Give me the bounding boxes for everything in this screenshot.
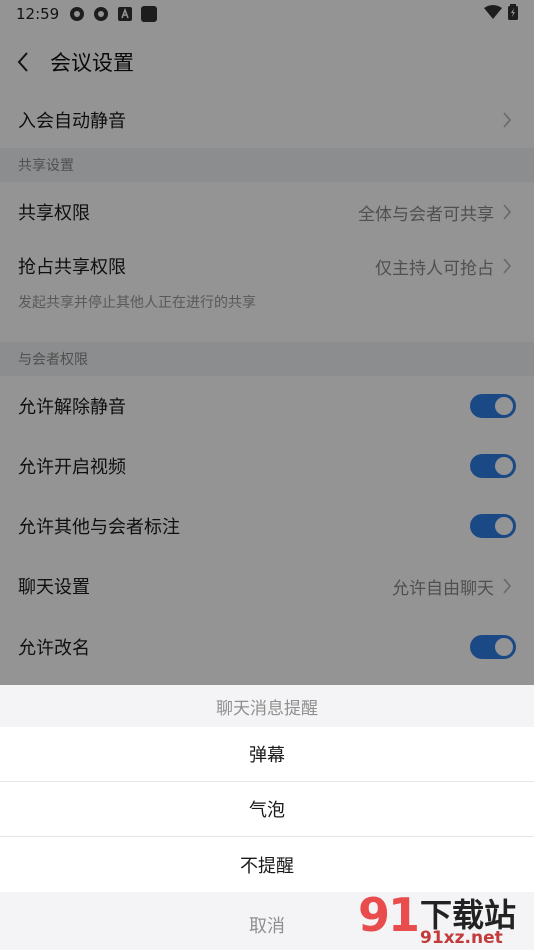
meeting-settings-screen: 12:59 会议设置 入会自动静音 共享设置 共享权限 全体与会者可共享 抢占共…: [0, 0, 534, 950]
option-no-reminder[interactable]: 不提醒: [0, 837, 534, 892]
watermark-logo: 91 下载站 91xz.net: [354, 888, 532, 950]
watermark-url: 91xz.net: [420, 928, 503, 948]
watermark-91-mark: 91: [358, 888, 420, 942]
option-bubble[interactable]: 气泡: [0, 782, 534, 837]
sheet-title: 聊天消息提醒: [216, 698, 318, 719]
option-danmaku[interactable]: 弹幕: [0, 727, 534, 782]
